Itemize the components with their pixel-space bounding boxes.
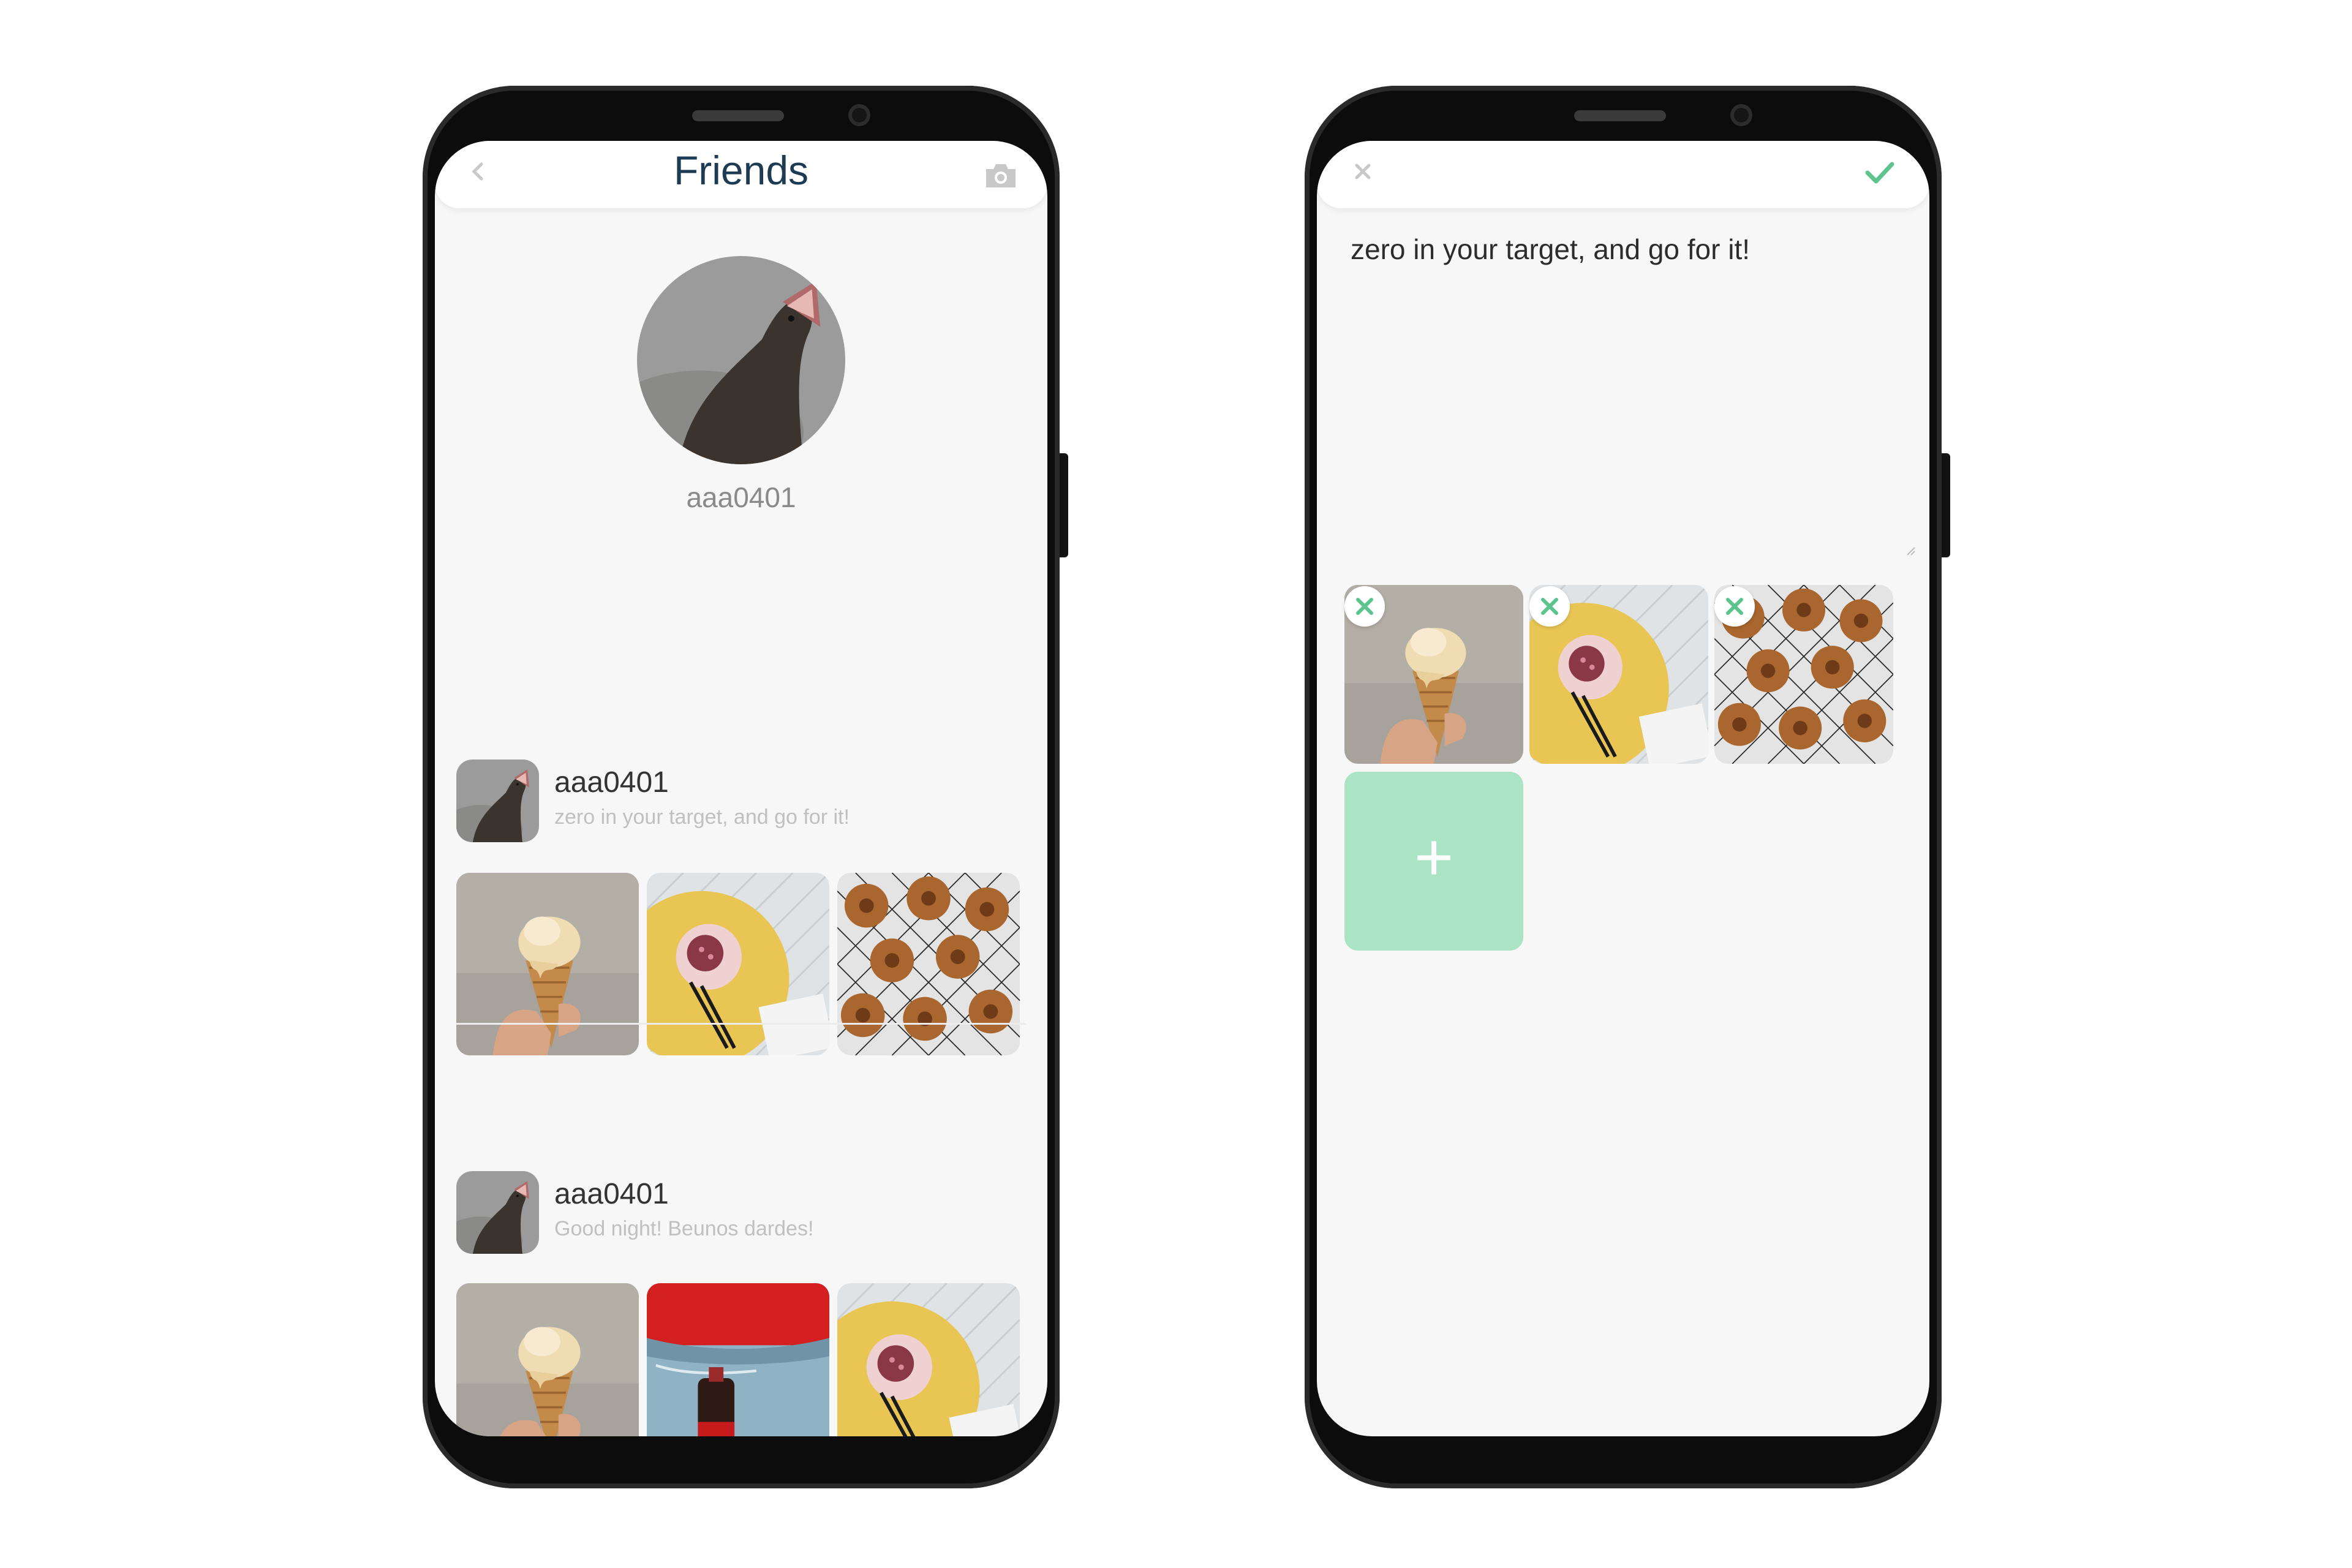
donut-plate-photo[interactable] [647,873,829,1055]
front-camera [1730,104,1752,126]
resize-handle-icon[interactable] [1905,545,1916,556]
donuts-on-rack-photo[interactable] [837,873,1020,1055]
check-icon[interactable] [1864,159,1896,186]
profile-username: aaa0401 [686,481,796,513]
phone-right: zero in your target, and go for it! + [1305,86,1950,1488]
post-text: Good night! Beunos dardes! [554,1217,814,1240]
ice-cream-cone-photo[interactable] [456,1283,639,1436]
post-avatar[interactable] [456,760,539,842]
post-text-input[interactable]: zero in your target, and go for it! [1351,233,1890,266]
phone-left: Friends aaa0401 aaa0401 zero in your tar… [423,86,1068,1488]
post-divider [456,1023,1026,1025]
compose-screen: zero in your target, and go for it! + [1317,141,1929,1436]
page-title: Friends [673,148,809,193]
ice-cream-cone-photo[interactable] [456,873,639,1055]
camera-icon[interactable] [984,162,1018,189]
friends-screen: Friends aaa0401 aaa0401 zero in your tar… [435,141,1047,1436]
compose-header [1317,141,1929,208]
post-avatar[interactable] [456,1171,539,1254]
side-button [1060,453,1068,557]
add-photo-button[interactable]: + [1344,772,1523,951]
donut-plate-photo[interactable] [837,1283,1020,1436]
remove-photo-icon[interactable] [1714,586,1755,627]
remove-photo-icon[interactable] [1529,586,1570,627]
speaker-grille [1574,110,1666,121]
jeans-coca-cola-photo[interactable] [647,1283,829,1436]
plus-icon: + [1414,820,1454,895]
profile-avatar[interactable] [637,256,845,464]
post-username[interactable]: aaa0401 [554,1177,669,1211]
side-button [1942,453,1950,557]
front-camera [848,104,870,126]
remove-photo-icon[interactable] [1344,586,1385,627]
post-text: zero in your target, and go for it! [554,805,850,829]
post-username[interactable]: aaa0401 [554,766,669,799]
speaker-grille [692,110,784,121]
close-icon[interactable] [1351,159,1375,184]
friends-header: Friends [435,141,1047,208]
